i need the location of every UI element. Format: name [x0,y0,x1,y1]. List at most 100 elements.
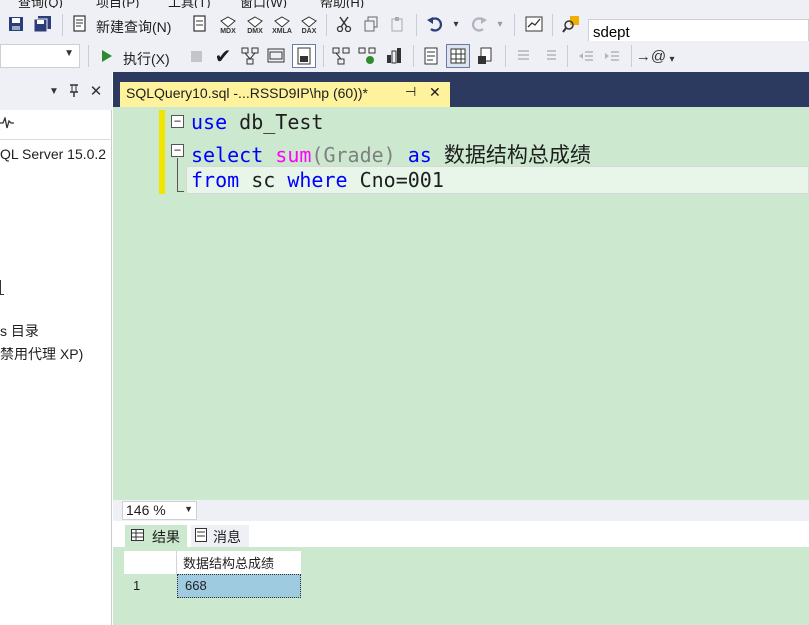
query-options-icon[interactable] [266,46,286,66]
increase-indent-icon[interactable] [602,46,622,66]
toolbar-separator [413,45,414,67]
chevron-down-icon: ▼ [184,504,193,514]
parse-check-icon[interactable]: ✔ [213,46,233,68]
find-icon[interactable] [560,14,582,34]
toolbar-separator [631,45,632,67]
copy-icon[interactable] [361,14,381,34]
tree-item-server[interactable]: QL Server 15.0.2 [0,146,106,162]
keyword: as [407,143,432,167]
new-query-button[interactable]: 新建查询(N) [96,17,171,37]
undo-dropdown-icon[interactable]: ▾ [450,16,462,32]
client-statistics-icon[interactable] [384,46,404,66]
menu-window[interactable]: 窗口(W) [240,0,287,8]
menu-query[interactable]: 查询(Q) [18,0,63,8]
grid-row-number[interactable]: 1 [124,574,177,598]
code-text: Cno=001 [347,168,444,192]
estimated-plan-icon[interactable] [331,46,351,66]
grid-column-header[interactable]: 数据结构总成绩 [177,551,301,574]
tree-item-catalog[interactable]: s 目录 [0,321,39,341]
code-line-2[interactable]: select sum(Grade) as 数据结构总成绩 [191,139,591,169]
dmx-query-icon[interactable]: DMX [243,12,267,38]
zoom-select[interactable]: 146 % ▼ [122,501,197,520]
save-all-icon[interactable] [32,14,54,34]
code-line-1[interactable]: use db_Test [191,110,323,134]
keyword: where [287,168,348,192]
cut-icon[interactable] [334,14,354,34]
toolbar-separator [514,14,515,36]
close-panel-icon[interactable]: ✕ [88,82,104,100]
specify-values-icon[interactable]: →@ [636,46,666,66]
change-tracking-bar [159,110,165,194]
uncomment-lines-icon[interactable] [540,46,560,66]
code-line-3[interactable]: from sc where Cno=001 [191,168,444,192]
xmla-query-icon[interactable]: XMLA [270,12,294,38]
include-actual-plan-icon[interactable] [357,46,377,66]
tab-close-icon[interactable]: ✕ [429,84,441,101]
standard-toolbar: 新建查询(N) MDX DMX XMLA DAX ▾ ▾ [0,8,809,45]
tab-messages-label: 消息 [213,529,241,545]
column-alias: 数据结构总成绩 [443,143,591,167]
database-select[interactable]: ▼ [0,44,80,68]
collapse-icon[interactable]: − [171,115,184,128]
menu-bar: 查询(Q) 项目(P) 工具(T) 窗口(W) 帮助(H) [0,0,809,8]
tab-pin-icon[interactable]: ⊣ [405,84,416,100]
display-plan-icon[interactable] [240,46,260,66]
toolbar-separator [323,45,324,67]
undo-icon[interactable] [424,14,446,34]
execute-icon[interactable] [99,47,115,65]
redo-icon[interactable] [468,14,490,34]
tree-connector-line [0,280,4,295]
execute-button[interactable]: 执行(X) [123,49,170,69]
results-to-grid-icon[interactable] [446,44,470,68]
tab-messages[interactable]: 消息 [191,525,249,547]
grid-icon [131,528,144,544]
tab-sqlquery10[interactable]: SQLQuery10.sql -...RSSD9IP\hp (60))* ⊣ ✕ [120,82,450,107]
code-text: (Grade) [311,143,396,167]
intellisense-toggle-icon[interactable] [292,44,316,68]
comment-lines-icon[interactable] [513,46,533,66]
tab-results[interactable]: 结果 [125,525,187,547]
zoom-bar: 146 % ▼ [113,500,809,521]
editor-margin [122,107,154,500]
stop-icon[interactable] [188,48,204,64]
tab-title: SQLQuery10.sql -...RSSD9IP\hp (60))* [126,85,368,101]
zoom-value: 146 % [126,502,166,518]
save-icon[interactable] [6,14,26,34]
panel-divider [0,139,112,140]
activity-monitor-icon[interactable] [523,14,545,34]
pin-icon[interactable] [67,82,81,100]
code-text: db_Test [227,110,324,134]
chevron-down-icon: ▼ [64,48,74,59]
tree-item-sql-agent[interactable]: 禁用代理 XP) [0,344,83,364]
menu-project[interactable]: 项目(P) [96,0,139,8]
results-pane: 结果 消息 数据结构总成绩 1 668 [113,521,809,625]
decrease-indent-icon[interactable] [576,46,596,66]
toolbar-separator [88,45,89,67]
fold-guide-line [177,158,178,192]
keyword: use [191,110,228,134]
keyword: select [191,143,264,167]
menu-help[interactable]: 帮助(H) [320,0,364,8]
results-to-file-icon[interactable] [475,46,495,66]
toolbar-separator [416,14,417,36]
redo-dropdown-icon[interactable]: ▾ [494,16,506,32]
menu-tools[interactable]: 工具(T) [168,0,211,8]
object-explorer-panel: ▼ ✕ QL Server 15.0.2 s 目录 禁用代理 XP) [0,72,112,625]
toolbar-separator [567,45,568,67]
collapse-icon[interactable]: − [171,144,184,157]
query-db-icon[interactable] [190,14,210,34]
toolbar-options-icon[interactable]: ▾ [666,51,678,67]
grid-corner[interactable] [124,551,177,574]
activity-icon[interactable] [0,114,14,132]
object-explorer-header: ▼ ✕ [0,72,112,110]
new-query-icon[interactable] [70,14,90,34]
function-name: sum [275,143,312,167]
grid-cell[interactable]: 668 [177,574,301,598]
toolbar-separator [62,14,63,36]
dax-query-icon[interactable]: DAX [297,12,321,38]
keyword: from [191,168,240,192]
panel-dropdown-icon[interactable]: ▼ [48,84,60,98]
paste-icon[interactable] [387,14,407,34]
results-to-text-icon[interactable] [421,46,441,66]
mdx-query-icon[interactable]: MDX [216,12,240,38]
